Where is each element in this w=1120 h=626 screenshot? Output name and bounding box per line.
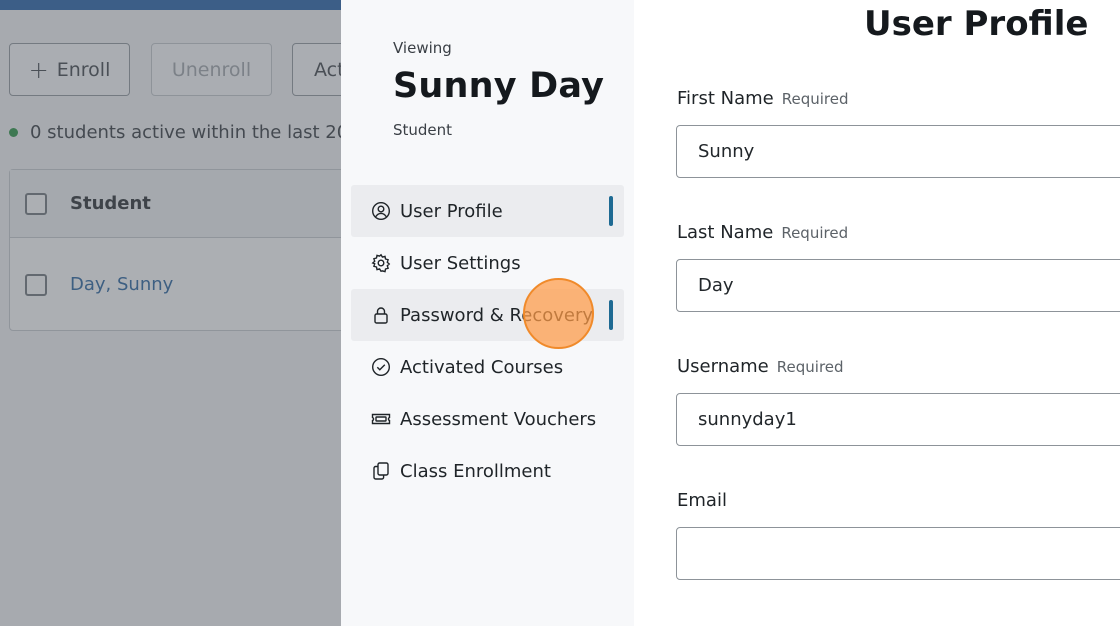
last-name-field[interactable]	[676, 259, 1120, 312]
email-label-text: Email	[677, 490, 727, 511]
required-hint: Required	[781, 224, 849, 242]
nav-item-label: Class Enrollment	[400, 460, 551, 482]
user-circle-icon	[371, 201, 391, 221]
modal-backdrop[interactable]	[0, 0, 341, 626]
user-role: Student	[393, 121, 453, 139]
hover-indicator	[609, 300, 613, 330]
first-name-label-text: First Name	[677, 88, 774, 109]
email-label: Email	[677, 490, 727, 511]
nav-item-label: User Settings	[400, 252, 521, 274]
drawer-sidebar: Viewing Sunny Day Student User Profile U…	[341, 0, 634, 626]
nav-item-label: Assessment Vouchers	[400, 408, 597, 430]
last-name-label-text: Last Name	[677, 222, 774, 243]
first-name-label: First Name Required	[677, 88, 848, 109]
email-field[interactable]	[676, 527, 1120, 580]
ticket-icon	[371, 409, 391, 429]
viewing-label: Viewing	[393, 39, 452, 57]
nav-item-password-recovery[interactable]: Password & Recovery	[351, 289, 624, 341]
username-label: Username Required	[677, 356, 844, 377]
required-hint: Required	[776, 358, 844, 376]
nav-item-assessment-vouchers[interactable]: Assessment Vouchers	[351, 393, 624, 445]
active-indicator	[609, 196, 613, 226]
required-hint: Required	[781, 90, 849, 108]
last-name-label: Last Name Required	[677, 222, 848, 243]
lock-icon	[371, 305, 391, 325]
drawer-nav: User Profile User Settings Password & Re…	[351, 185, 624, 497]
nav-item-label: Activated Courses	[400, 356, 564, 378]
nav-item-user-profile[interactable]: User Profile	[351, 185, 624, 237]
nav-item-label: User Profile	[400, 200, 503, 222]
username-field[interactable]	[676, 393, 1120, 446]
first-name-field[interactable]	[676, 125, 1120, 178]
nav-item-class-enrollment[interactable]: Class Enrollment	[351, 445, 624, 497]
copy-icon	[371, 461, 391, 481]
nav-item-user-settings[interactable]: User Settings	[351, 237, 624, 289]
check-circle-icon	[371, 357, 391, 377]
nav-item-label: Password & Recovery	[400, 304, 594, 326]
nav-item-activated-courses[interactable]: Activated Courses	[351, 341, 624, 393]
gear-icon	[371, 253, 391, 273]
user-name: Sunny Day	[393, 66, 605, 106]
username-label-text: Username	[677, 356, 769, 377]
page-title: User Profile	[864, 4, 1089, 44]
